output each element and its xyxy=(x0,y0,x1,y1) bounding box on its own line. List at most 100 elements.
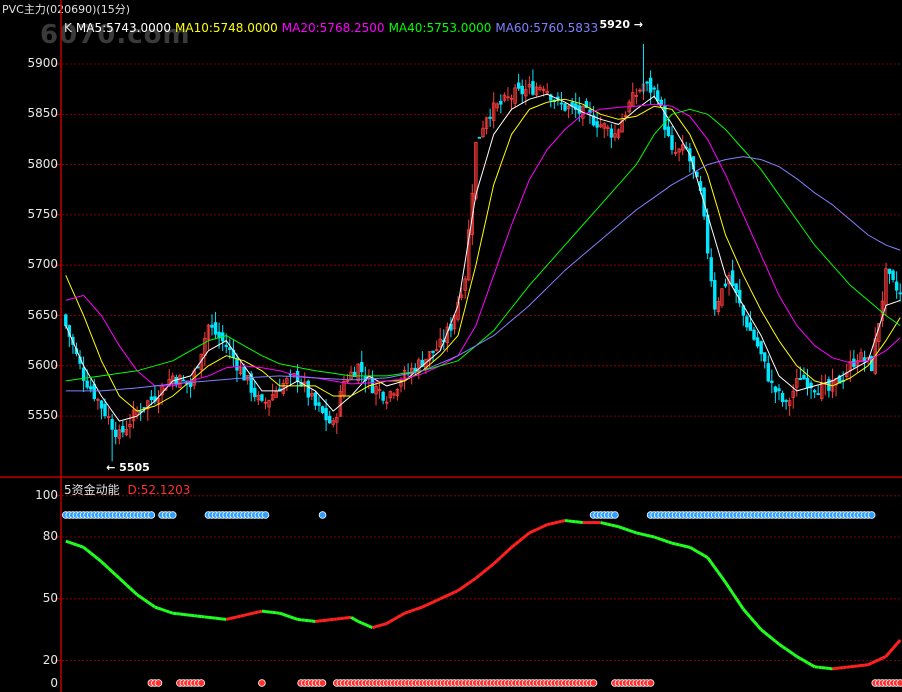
momentum-line xyxy=(731,592,738,600)
momentum-line xyxy=(79,544,85,549)
momentum-line xyxy=(760,628,766,634)
momentum-line xyxy=(806,661,812,667)
chart-stage[interactable] xyxy=(0,0,902,692)
candle-body xyxy=(213,322,218,335)
momentum-line xyxy=(139,595,146,601)
low-annotation: ← 5505 xyxy=(106,461,150,475)
momentum-line xyxy=(478,571,484,577)
candle-body xyxy=(313,392,318,406)
y-tick-label: 5800 xyxy=(27,156,58,171)
momentum-line xyxy=(414,606,420,611)
y-tick-label: 5750 xyxy=(27,206,58,221)
momentum-line xyxy=(803,659,809,664)
candle-body xyxy=(898,292,902,295)
candle-body xyxy=(770,380,774,383)
buy-signal-marker xyxy=(867,511,876,519)
momentum-line xyxy=(618,525,623,530)
candle-body xyxy=(609,128,614,138)
candle-body xyxy=(531,81,535,95)
momentum-line xyxy=(628,528,634,534)
momentum-line xyxy=(643,533,648,537)
momentum-line xyxy=(89,551,96,558)
momentum-line xyxy=(792,652,798,658)
momentum-line xyxy=(742,608,749,615)
candle-body xyxy=(121,426,125,433)
candle-body xyxy=(805,377,810,389)
momentum-line xyxy=(810,663,816,669)
momentum-line xyxy=(247,612,252,616)
momentum-line xyxy=(774,640,780,646)
momentum-line xyxy=(460,584,467,590)
momentum-line xyxy=(796,655,802,660)
momentum-line xyxy=(168,610,174,615)
momentum-line xyxy=(874,658,880,663)
sell-signal-marker xyxy=(154,679,163,687)
momentum-line xyxy=(289,615,295,620)
buy-signal-marker xyxy=(611,511,619,519)
momentum-line xyxy=(233,615,238,620)
ma-line-ma40 xyxy=(65,108,901,382)
candle-body xyxy=(670,135,674,150)
momentum-line xyxy=(372,625,377,630)
candle-body xyxy=(894,281,899,291)
y-tick-label: 50 xyxy=(42,590,58,605)
high-annotation: 5920 → xyxy=(599,17,644,31)
momentum-line xyxy=(293,616,299,621)
candle-body xyxy=(174,376,179,385)
momentum-line xyxy=(557,519,562,524)
y-tick-label: 5850 xyxy=(27,106,58,121)
momentum-line xyxy=(450,590,456,596)
momentum-line xyxy=(600,521,605,525)
candle-body xyxy=(327,415,332,424)
momentum-line xyxy=(146,600,153,606)
momentum-line xyxy=(103,563,110,570)
momentum-line xyxy=(225,617,231,621)
y-tick-label: 5650 xyxy=(27,307,58,322)
momentum-line xyxy=(884,651,891,658)
momentum-line xyxy=(161,608,167,613)
sell-signal-marker xyxy=(896,679,902,687)
momentum-line xyxy=(143,598,149,604)
candle-body xyxy=(645,81,649,84)
candle-body xyxy=(780,393,785,402)
momentum-line xyxy=(467,579,474,585)
candle-body xyxy=(306,380,310,398)
momentum-line xyxy=(696,550,702,555)
candle-body xyxy=(260,394,264,401)
momentum-line xyxy=(499,552,506,559)
momentum-line xyxy=(703,554,709,559)
candle-body xyxy=(748,322,753,331)
momentum-line xyxy=(799,657,805,662)
momentum-line xyxy=(653,535,659,540)
candle-body xyxy=(181,379,186,382)
momentum-line xyxy=(706,556,713,564)
candle-body xyxy=(705,214,710,254)
momentum-line xyxy=(158,606,163,611)
y-tick-label: 5550 xyxy=(27,408,58,423)
momentum-line xyxy=(685,545,691,549)
momentum-line xyxy=(621,526,627,531)
candle-body xyxy=(766,363,770,382)
ma-line-ma60 xyxy=(65,156,901,392)
momentum-line xyxy=(650,534,655,539)
momentum-line xyxy=(646,533,651,538)
momentum-line xyxy=(464,581,470,587)
candle-body xyxy=(228,347,232,350)
candle-body xyxy=(317,402,321,406)
momentum-line xyxy=(258,609,263,614)
momentum-line xyxy=(243,612,248,617)
momentum-line xyxy=(93,554,99,561)
momentum-line xyxy=(75,543,81,548)
candle-body xyxy=(648,77,653,93)
momentum-line xyxy=(421,604,427,609)
y-tick-label: 100 xyxy=(35,487,58,502)
momentum-line xyxy=(503,549,509,555)
momentum-line xyxy=(667,540,673,545)
momentum-line xyxy=(749,616,756,623)
candle-body xyxy=(763,352,767,362)
momentum-line xyxy=(745,612,752,619)
momentum-line xyxy=(639,532,644,536)
candle-body xyxy=(659,99,663,105)
momentum-line xyxy=(878,656,884,662)
momentum-line xyxy=(625,527,630,532)
